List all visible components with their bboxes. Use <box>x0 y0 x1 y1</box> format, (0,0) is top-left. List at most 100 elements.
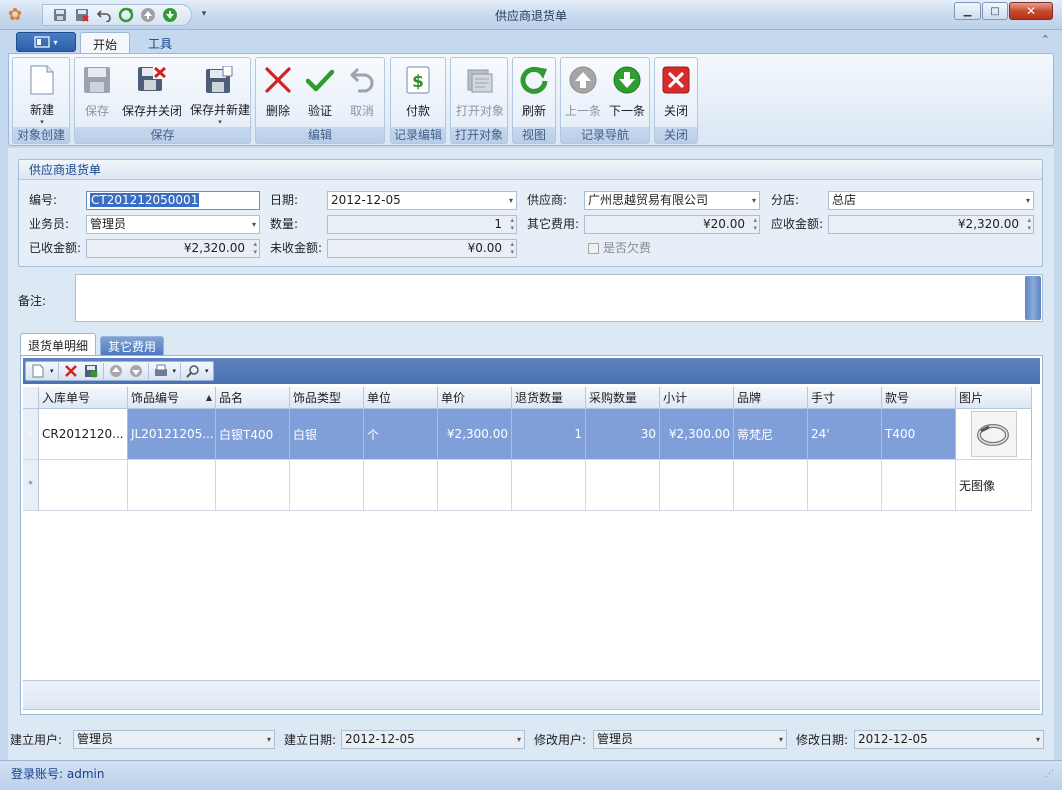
new-row[interactable]: * 无图像 <box>23 460 1032 511</box>
supplier-select[interactable]: 广州思越贸易有限公司 ▾ <box>584 191 760 210</box>
dropdown-arrow-icon: ▾ <box>1035 735 1040 744</box>
modified-date-label: 修改日期: <box>796 733 849 747</box>
table-cell[interactable] <box>512 460 586 511</box>
col-header-sorted[interactable]: 饰品编号 ▲ <box>128 387 216 409</box>
table-cell[interactable]: ¥2,300.00 <box>438 409 512 460</box>
received-field[interactable]: ¥2,320.00 ▴ ▾ <box>86 239 260 258</box>
col-header[interactable]: 手寸 <box>808 387 882 409</box>
table-cell[interactable]: T400 <box>882 409 956 460</box>
minimize-button[interactable]: ▁ <box>954 2 981 20</box>
save-button[interactable]: 保存 <box>79 60 115 126</box>
group-save: 保存 保存并关闭 保存并新建 ▾ 保存 <box>74 57 251 144</box>
maximize-button[interactable]: □ <box>982 2 1008 20</box>
save-and-close-button[interactable]: 保存并关闭 <box>121 60 183 126</box>
table-cell[interactable]: CR2012120... <box>39 409 128 460</box>
created-date-field[interactable]: 2012-12-05 ▾ <box>341 730 525 749</box>
table-cell[interactable]: 30 <box>586 409 660 460</box>
table-cell[interactable] <box>734 460 808 511</box>
table-cell[interactable]: 1 <box>512 409 586 460</box>
memo-textarea[interactable] <box>75 274 1043 322</box>
no-image-cell[interactable]: 无图像 <box>956 460 1032 511</box>
received-label: 已收金额: <box>29 241 82 255</box>
table-cell[interactable] <box>882 460 956 511</box>
created-by-field[interactable]: 管理员 ▾ <box>73 730 275 749</box>
table-cell[interactable]: 白银 <box>290 409 364 460</box>
cancel-button[interactable]: 取消 <box>344 60 380 126</box>
grid-search-icon[interactable] <box>185 363 201 379</box>
delete-button[interactable]: 删除 <box>260 60 296 126</box>
table-cell[interactable]: 24' <box>808 409 882 460</box>
table-cell[interactable] <box>39 460 128 511</box>
tab-tools[interactable]: 工具 <box>136 32 184 54</box>
salesman-select[interactable]: 管理员 ▾ <box>86 215 260 234</box>
validate-button[interactable]: 验证 <box>302 60 338 126</box>
col-header[interactable]: 款号 <box>882 387 956 409</box>
resize-grip-icon[interactable]: ⋰ <box>1045 769 1054 779</box>
owed-checkbox[interactable] <box>588 243 599 254</box>
col-header[interactable]: 品名 <box>216 387 290 409</box>
table-cell[interactable]: 白银T400 <box>216 409 290 460</box>
table-cell[interactable]: 蒂梵尼 <box>734 409 808 460</box>
table-cell[interactable] <box>438 460 512 511</box>
save-and-new-button[interactable]: 保存并新建 ▾ <box>189 60 251 126</box>
table-cell[interactable] <box>128 460 216 511</box>
table-cell[interactable] <box>808 460 882 511</box>
grid-print-icon[interactable] <box>153 363 169 379</box>
grid-move-up-icon[interactable] <box>108 363 124 379</box>
login-account-text: 登录账号: admin <box>11 767 105 781</box>
tab-return-detail[interactable]: 退货单明细 <box>20 333 97 355</box>
modified-by-field[interactable]: 管理员 ▾ <box>593 730 787 749</box>
grid-delete-icon[interactable] <box>63 363 79 379</box>
product-image-cell[interactable] <box>956 409 1032 460</box>
new-button[interactable]: 新建 ▾ <box>21 60 63 126</box>
dropdown-arrow-icon: ▾ <box>516 735 521 744</box>
application-menu-button[interactable]: ▾ <box>16 32 76 52</box>
col-header[interactable]: 入库单号 <box>39 387 128 409</box>
grid-new-icon[interactable] <box>30 363 46 379</box>
table-cell[interactable]: ¥2,300.00 <box>660 409 734 460</box>
tab-other-fees[interactable]: 其它费用 <box>100 336 165 355</box>
col-header[interactable]: 采购数量 <box>586 387 660 409</box>
col-header[interactable]: 单位 <box>364 387 438 409</box>
table-cell[interactable]: 个 <box>364 409 438 460</box>
table-cell[interactable] <box>660 460 734 511</box>
table-cell[interactable] <box>290 460 364 511</box>
tab-start[interactable]: 开始 <box>80 32 131 54</box>
col-header[interactable]: 图片 <box>956 387 1032 409</box>
payment-button[interactable]: $ 付款 <box>400 60 436 126</box>
grid-move-down-icon[interactable] <box>128 363 144 379</box>
other-fee-field[interactable]: ¥20.00 ▴ ▾ <box>584 215 760 234</box>
created-by-label: 建立用户: <box>10 733 63 747</box>
modified-date-field[interactable]: 2012-12-05 ▾ <box>854 730 1044 749</box>
grid-save-green-icon[interactable] <box>83 363 99 379</box>
unreceived-field[interactable]: ¥0.00 ▴ ▾ <box>327 239 517 258</box>
table-row[interactable]: › CR2012120... JL20121205... 白银T400 白银 个… <box>23 409 1032 460</box>
table-cell[interactable] <box>586 460 660 511</box>
col-header[interactable]: 单价 <box>438 387 512 409</box>
supplier-label: 供应商: <box>527 193 568 207</box>
number-field[interactable]: CT201212050001 <box>86 191 260 210</box>
col-header[interactable]: 退货数量 <box>512 387 586 409</box>
col-header[interactable]: 小计 <box>660 387 734 409</box>
col-header[interactable]: 饰品类型 <box>290 387 364 409</box>
title-bar: ✿ ▾ 供应商退货单 ▁ □ ✕ <box>0 0 1062 30</box>
memo-scrollbar[interactable] <box>1025 276 1041 320</box>
next-record-button[interactable]: 下一条 <box>607 60 647 126</box>
branch-select[interactable]: 总店 ▾ <box>828 191 1034 210</box>
close-button[interactable]: 关闭 <box>658 60 694 126</box>
open-object-button[interactable]: 打开对象 <box>453 60 507 126</box>
branch-label: 分店: <box>771 193 800 207</box>
table-cell[interactable]: JL20121205... <box>128 409 216 460</box>
close-window-button[interactable]: ✕ <box>1009 2 1053 20</box>
group-caption: 保存 <box>75 127 250 143</box>
refresh-button[interactable]: 刷新 <box>516 60 552 126</box>
previous-record-button[interactable]: 上一条 <box>563 60 603 126</box>
ribbon-collapse-icon[interactable]: ⌃ <box>1041 33 1050 46</box>
quantity-field[interactable]: 1 ▴ ▾ <box>327 215 517 234</box>
receivable-field[interactable]: ¥2,320.00 ▴ ▾ <box>828 215 1034 234</box>
table-cell[interactable] <box>216 460 290 511</box>
col-header[interactable]: 品牌 <box>734 387 808 409</box>
group-open-object: 打开对象 打开对象 <box>450 57 508 144</box>
table-cell[interactable] <box>364 460 438 511</box>
date-field[interactable]: 2012-12-05 ▾ <box>327 191 517 210</box>
